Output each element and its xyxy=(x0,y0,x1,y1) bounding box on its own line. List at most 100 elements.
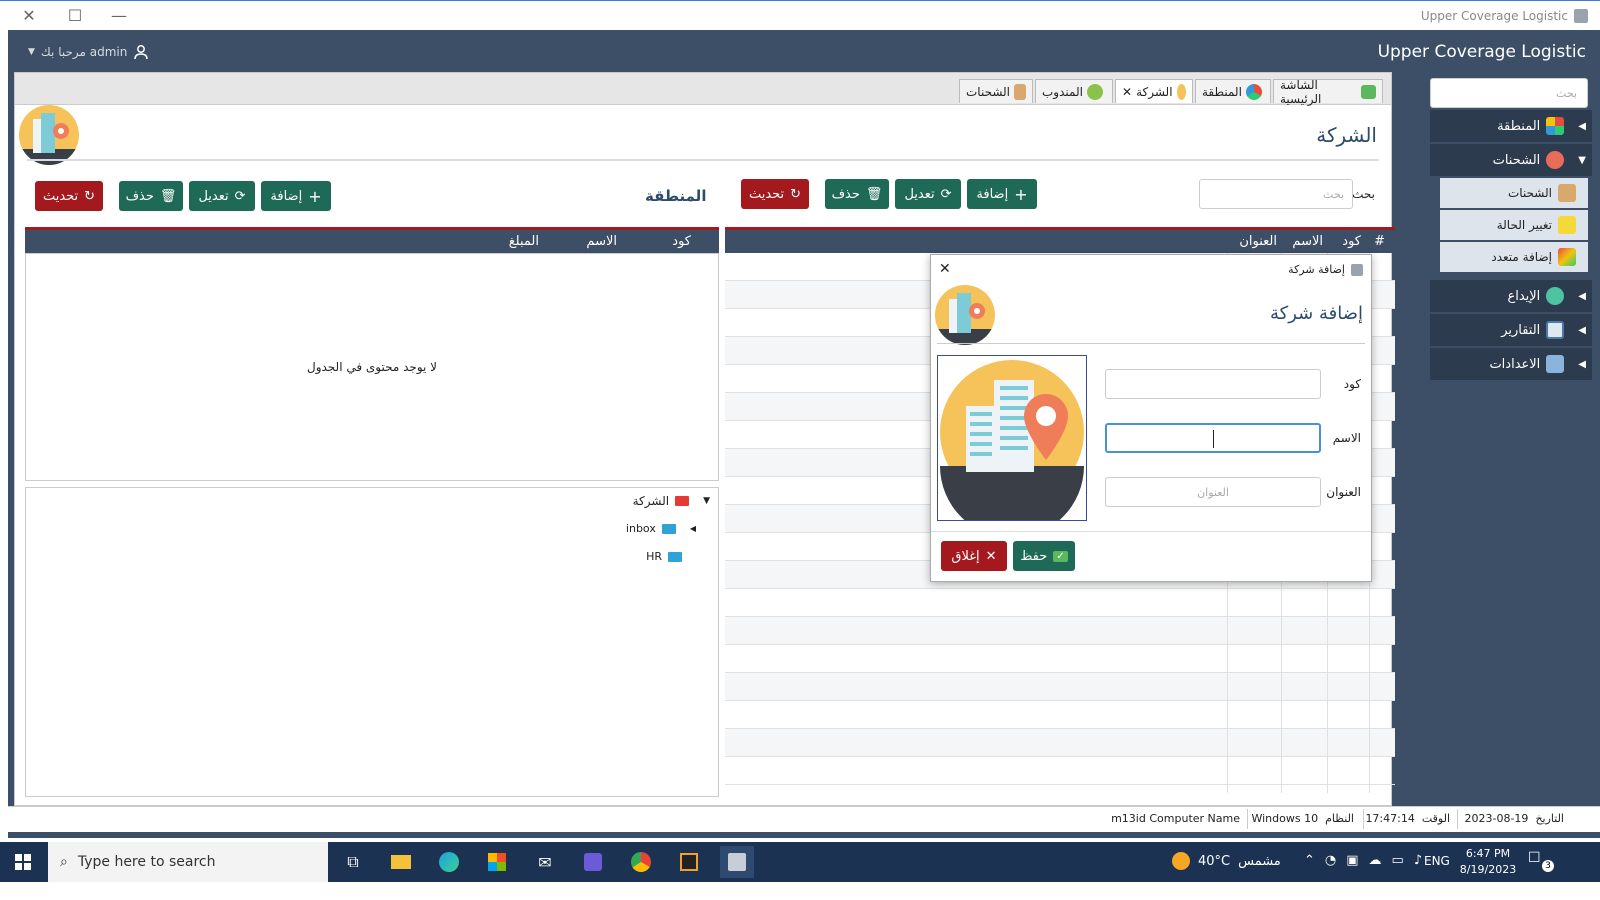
network-icon[interactable]: ▭ xyxy=(1392,853,1404,868)
company-search-input[interactable]: بحث xyxy=(1199,179,1353,209)
close-tab-icon[interactable]: ✕ xyxy=(1122,85,1132,99)
tab-shipments[interactable]: الشحنات xyxy=(959,79,1033,103)
reports-icon xyxy=(1546,321,1565,339)
region-edit-button[interactable]: تعديل ⟳ xyxy=(189,181,255,211)
edge-icon[interactable] xyxy=(432,846,466,878)
tray-device-icon[interactable]: ▣ xyxy=(1346,853,1358,868)
empty-table-message: لا يوجد محتوى في الجدول xyxy=(306,360,438,374)
company-edit-button[interactable]: تعديل ⟳ xyxy=(895,179,961,209)
company-image-box[interactable] xyxy=(937,355,1087,538)
button-label: تحديث xyxy=(42,188,79,204)
tab-company[interactable]: ✕ الشركة xyxy=(1115,79,1193,103)
sidebar-item-deposit[interactable]: الإيداع ◀ xyxy=(1430,280,1592,312)
tab-label: المنطقة xyxy=(1202,84,1242,99)
brand-title: Upper Coverage Logistic xyxy=(1377,42,1586,62)
file-explorer-icon[interactable] xyxy=(384,846,418,878)
minimize-window-button[interactable]: — xyxy=(104,5,134,27)
chevron-left-icon: ◀ xyxy=(1578,120,1586,132)
status-label: النظام xyxy=(1325,812,1354,825)
close-dialog-button[interactable]: ✕ xyxy=(939,261,951,277)
column-header[interactable]: المبلغ xyxy=(509,234,539,249)
tab-home[interactable]: الشاشة الرئيسية xyxy=(1273,78,1383,106)
table-row[interactable] xyxy=(725,729,1395,757)
tab-region[interactable]: المنطقة xyxy=(1195,79,1271,103)
chevron-up-icon[interactable]: ⌃ xyxy=(1304,853,1315,868)
app-title: Upper Coverage Logistic xyxy=(1421,9,1588,23)
column-header[interactable]: كود xyxy=(1342,234,1361,249)
tree-node-inbox[interactable]: inbox ◀ xyxy=(626,522,696,535)
title-divider xyxy=(27,159,1379,161)
chrome-icon[interactable] xyxy=(624,846,658,878)
table-row[interactable] xyxy=(725,673,1395,701)
region-refresh-button[interactable]: تحديث ↻ xyxy=(35,181,103,211)
app-title-text: Upper Coverage Logistic xyxy=(1420,9,1568,23)
column-header[interactable]: # xyxy=(1374,234,1385,249)
table-row[interactable] xyxy=(725,645,1395,673)
name-field[interactable] xyxy=(1105,423,1321,453)
company-add-button[interactable]: إضافة + xyxy=(967,179,1037,209)
weather-widget[interactable]: 40°C مشمس xyxy=(1172,852,1281,870)
app-logo-icon xyxy=(1351,263,1363,276)
user-menu[interactable]: ▼ مرحبا بك admin xyxy=(28,44,149,60)
column-header[interactable]: الاسم xyxy=(586,234,617,249)
company-delete-button[interactable]: حذف 🗑 xyxy=(825,179,889,209)
column-header[interactable]: الاسم xyxy=(1292,234,1323,249)
code-field[interactable] xyxy=(1105,369,1321,399)
sidebar-item-reports[interactable]: التقارير ◀ xyxy=(1430,314,1592,346)
status-os: Windows 10 النظام xyxy=(1251,812,1354,825)
sidebar-item-settings[interactable]: الاعدادات ◀ xyxy=(1430,348,1592,380)
sidebar-sub-bulk-add[interactable]: إضافة متعدد xyxy=(1440,242,1588,272)
sidebar-sub-change-status[interactable]: تغيير الحالة xyxy=(1440,210,1588,240)
dialog-heading: إضافة شركة xyxy=(1270,303,1363,324)
sidebar-item-region[interactable]: المنطقة ◀ xyxy=(1430,110,1592,142)
taskbar-clock[interactable]: 6:47 PM 8/19/2023 xyxy=(1458,846,1518,878)
company-refresh-button[interactable]: تحديث ↻ xyxy=(741,179,809,209)
add-company-dialog: ✕ إضافة شركة إضافة شركة كود الاسم العنوا… xyxy=(930,254,1372,582)
language-indicator[interactable]: ENG xyxy=(1424,854,1450,868)
column-header[interactable]: كود xyxy=(672,234,691,249)
windows-start-icon[interactable] xyxy=(6,846,40,878)
close-window-button[interactable]: ✕ xyxy=(14,5,44,27)
status-date: 2023-08-19 التاريخ xyxy=(1465,812,1565,825)
trash-icon: 🗑 xyxy=(159,188,177,204)
tab-courier[interactable]: المندوب xyxy=(1035,79,1113,103)
text-cursor xyxy=(1213,430,1214,448)
chevron-left-icon: ◀ xyxy=(689,524,696,533)
tree-node-hr[interactable]: HR xyxy=(646,550,682,563)
table-row[interactable] xyxy=(725,589,1395,617)
mail-icon[interactable]: ✉ xyxy=(528,846,562,878)
tree-node-label: HR xyxy=(646,550,662,563)
notification-center-icon[interactable]: ☐ 3 xyxy=(1528,850,1554,872)
system-tray: ⌃ ◔ ▣ ☁ ▭ ♪ xyxy=(1304,853,1422,868)
sidebar-item-shipments[interactable]: الشحنات ▼ xyxy=(1430,144,1592,176)
table-row[interactable] xyxy=(725,617,1395,645)
task-view-icon[interactable]: ⧉ xyxy=(336,846,370,878)
tree-node-root[interactable]: الشركة ▼ xyxy=(633,494,710,508)
status-value: 2023-08-19 xyxy=(1464,812,1529,825)
maximize-window-button[interactable]: ☐ xyxy=(60,5,90,27)
tray-app-icon[interactable]: ◔ xyxy=(1325,853,1336,868)
cloud-icon[interactable]: ☁ xyxy=(1369,853,1382,868)
app-icon[interactable] xyxy=(576,846,610,878)
status-separator xyxy=(1457,809,1458,829)
table-row[interactable] xyxy=(725,757,1395,785)
status-value: 17:47:14 xyxy=(1365,812,1415,825)
taskbar-search-box[interactable]: ⌕ Type here to search xyxy=(48,842,328,882)
close-button[interactable]: إغلاق ✕ xyxy=(941,541,1007,571)
table-row[interactable] xyxy=(725,701,1395,729)
address-field[interactable]: العنوان xyxy=(1105,477,1321,507)
sidebar-sub-label: إضافة متعدد xyxy=(1491,250,1552,264)
volume-icon[interactable]: ♪ xyxy=(1414,853,1422,868)
company-search-label: بحث xyxy=(1352,187,1375,201)
save-button[interactable]: حفظ ✓ xyxy=(1013,541,1075,571)
running-app-icon[interactable] xyxy=(720,846,754,878)
store-icon[interactable] xyxy=(480,846,514,878)
column-header[interactable]: العنوان xyxy=(1239,234,1277,249)
folder-icon xyxy=(661,523,676,534)
refresh-icon: ↻ xyxy=(84,188,96,204)
ide-icon[interactable] xyxy=(672,846,706,878)
region-delete-button[interactable]: حذف 🗑 xyxy=(119,181,183,211)
region-add-button[interactable]: إضافة + xyxy=(261,181,331,211)
sidebar-sub-shipments[interactable]: الشحنات xyxy=(1440,178,1588,208)
sidebar-search-input[interactable]: بحث xyxy=(1430,78,1588,108)
